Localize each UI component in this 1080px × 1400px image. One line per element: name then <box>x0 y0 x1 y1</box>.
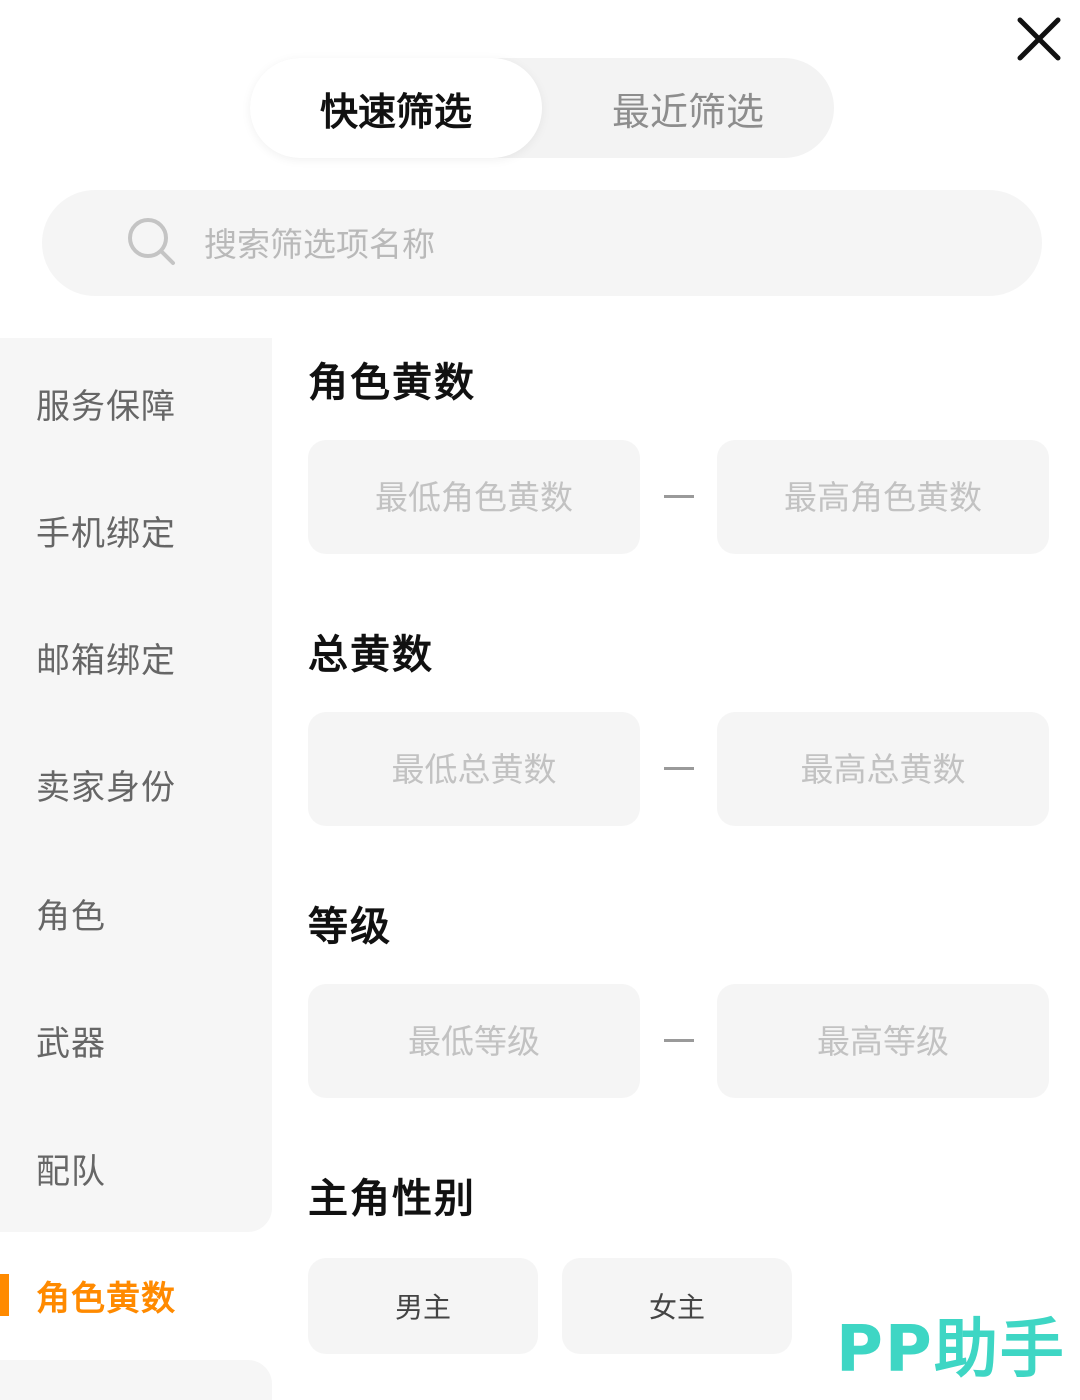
sidebar-background-lower <box>0 1360 272 1400</box>
close-button[interactable] <box>1010 10 1068 68</box>
range-separator <box>664 767 694 770</box>
sidebar-item-label: 角色黄数 <box>36 1279 176 1319</box>
section-title-role-yellow: 角色黄数 <box>308 360 476 406</box>
range-separator <box>664 495 694 498</box>
tab-recent-filter[interactable]: 最近筛选 <box>542 58 834 158</box>
section-title-gender: 主角性别 <box>308 1176 476 1222</box>
sidebar-item-service-guarantee[interactable]: 服务保障 <box>0 340 272 467</box>
range-separator <box>664 1039 694 1042</box>
active-indicator <box>0 1274 9 1316</box>
search-input[interactable] <box>202 210 1006 278</box>
section-title-level: 等级 <box>308 904 392 950</box>
search-bar <box>42 190 1042 296</box>
min-total-yellow-input[interactable] <box>308 712 640 826</box>
sidebar-item-team[interactable]: 配队 <box>0 1105 272 1232</box>
max-total-yellow-input[interactable] <box>717 712 1049 826</box>
max-level-input[interactable] <box>717 984 1049 1098</box>
filter-tabs: 快速筛选 最近筛选 <box>250 58 834 158</box>
max-role-yellow-input[interactable] <box>717 440 1049 554</box>
min-role-yellow-input[interactable] <box>308 440 640 554</box>
watermark-logo: PP助手 <box>836 1313 1066 1387</box>
category-sidebar: 服务保障 手机绑定 邮箱绑定 卖家身份 角色 武器 配队 角色黄数 <box>0 338 272 1400</box>
sidebar-item-email-binding[interactable]: 邮箱绑定 <box>0 594 272 721</box>
sidebar-item-phone-binding[interactable]: 手机绑定 <box>0 467 272 594</box>
sidebar-item-role-yellow[interactable]: 角色黄数 <box>0 1232 272 1359</box>
tab-quick-filter[interactable]: 快速筛选 <box>250 58 542 158</box>
sidebar-item-character[interactable]: 角色 <box>0 850 272 977</box>
close-icon <box>1017 17 1061 61</box>
gender-option-female[interactable]: 女主 <box>562 1258 792 1354</box>
section-title-total-yellow: 总黄数 <box>308 632 434 678</box>
sidebar-item-weapon[interactable]: 武器 <box>0 977 272 1104</box>
sidebar-item-seller-identity[interactable]: 卖家身份 <box>0 721 272 848</box>
min-level-input[interactable] <box>308 984 640 1098</box>
search-icon <box>128 218 175 265</box>
gender-option-male[interactable]: 男主 <box>308 1258 538 1354</box>
